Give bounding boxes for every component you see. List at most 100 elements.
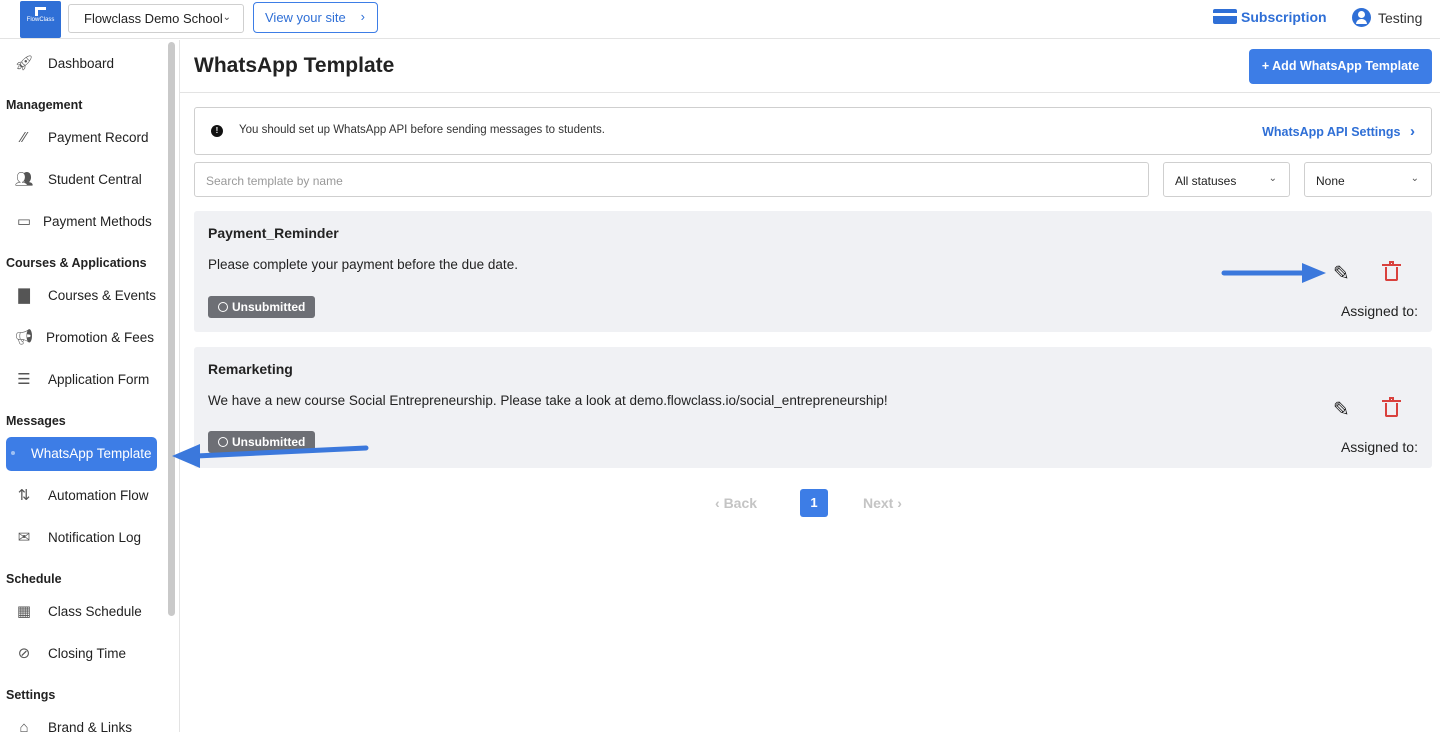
flow-icon: ⇅ (17, 487, 31, 504)
add-whatsapp-template-button[interactable]: + Add WhatsApp Template (1249, 49, 1432, 84)
school-name: Flowclass Demo School (84, 11, 223, 26)
card-icon: ▭ (16, 213, 32, 230)
sidebar-item-promotion-fees[interactable]: 📢︎ Promotion & Fees (6, 321, 157, 355)
trash-icon[interactable] (1382, 261, 1401, 281)
sidebar-item-payment-record[interactable]: ⁄⁄ Payment Record (6, 121, 157, 155)
users-icon: 👥︎ (14, 171, 34, 188)
status-badge: Unsubmitted (208, 296, 316, 318)
template-message: Please complete your payment before the … (208, 257, 518, 272)
user-menu[interactable]: Testing (1352, 8, 1422, 27)
calendar-icon: ▦ (16, 603, 32, 620)
prohibited-icon: ⊘ (17, 645, 31, 662)
top-bar: FlowClass Flowclass Demo School ⌄ View y… (0, 0, 1440, 39)
sidebar-item-student-central[interactable]: 👥︎ Student Central (6, 163, 157, 197)
notice-text: You should set up WhatsApp API before se… (239, 124, 605, 136)
sidebar-item-label: Class Schedule (48, 604, 142, 619)
sidebar-item-label: Promotion & Fees (46, 330, 155, 345)
sidebar-item-label: Notification Log (48, 530, 142, 545)
sidebar-item-label: Application Form (48, 372, 150, 387)
sidebar-item-label: Dashboard (48, 56, 115, 71)
sidebar-item-label: WhatsApp Template (31, 446, 152, 461)
status-badge: Unsubmitted (208, 431, 316, 453)
user-name: Testing (1378, 10, 1423, 26)
link-label: WhatsApp API Settings (1262, 125, 1401, 139)
info-icon: ! (211, 125, 223, 137)
sidebar-item-label: Brand & Links (48, 720, 133, 735)
sidebar-item-application-form[interactable]: ☰ Application Form (6, 363, 157, 397)
home-icon: ⌂ (19, 719, 29, 736)
checkmarks-icon: ⁄⁄ (21, 129, 27, 146)
chevron-down-icon: ⌄ (222, 12, 231, 23)
whatsapp-api-settings-link[interactable]: WhatsApp API Settings › (1262, 123, 1415, 140)
pagination-next[interactable]: Next › (863, 495, 902, 511)
trash-icon[interactable] (1382, 397, 1401, 417)
status-filter-value: All statuses (1175, 174, 1237, 188)
section-schedule: Schedule (6, 572, 62, 586)
section-courses-applications: Courses & Applications (6, 256, 147, 270)
sidebar-item-dashboard[interactable]: 🚀︎ Dashboard (6, 47, 157, 81)
sidebar-item-payment-methods[interactable]: ▭ Payment Methods (6, 205, 157, 239)
view-site-button[interactable]: View your site › (253, 2, 378, 33)
page-title: WhatsApp Template (194, 54, 395, 77)
school-selector[interactable]: Flowclass Demo School ⌄ (68, 4, 244, 33)
chevron-down-icon: ⌄ (1268, 173, 1277, 184)
logo-text: FlowClass (26, 17, 55, 23)
sidebar-item-label: Payment Methods (43, 214, 152, 229)
section-management: Management (6, 98, 83, 112)
page-header: WhatsApp Template + Add WhatsApp Templat… (180, 40, 1440, 93)
secondary-filter[interactable]: None ⌄ (1304, 162, 1432, 197)
chevron-right-icon: › (893, 495, 902, 511)
dot-icon (11, 451, 15, 455)
sidebar-item-label: Student Central (48, 172, 142, 187)
api-notice: ! You should set up WhatsApp API before … (194, 107, 1432, 155)
chevron-right-icon: › (360, 9, 365, 24)
sidebar-item-notification-log[interactable]: ✉ Notification Log (6, 521, 157, 555)
sidebar-item-courses-events[interactable]: ▇ Courses & Events (6, 279, 157, 313)
logo-mark-icon (35, 7, 46, 16)
sidebar-item-label: Payment Record (48, 130, 149, 145)
assigned-to-label: Assigned to: (1340, 303, 1418, 319)
template-card: Remarketing We have a new course Social … (194, 347, 1432, 468)
search-input[interactable]: Search template by name (194, 162, 1149, 197)
circle-icon (218, 302, 228, 312)
pagination-page-current[interactable]: 1 (800, 489, 828, 517)
template-name: Remarketing (208, 361, 293, 377)
sidebar-item-whatsapp-template[interactable]: WhatsApp Template (6, 437, 157, 471)
status-filter[interactable]: All statuses ⌄ (1163, 162, 1290, 197)
sidebar-item-closing-time[interactable]: ⊘ Closing Time (6, 637, 157, 671)
sidebar-scrollbar[interactable] (168, 42, 175, 616)
status-label: Unsubmitted (232, 300, 306, 314)
section-messages: Messages (6, 414, 66, 428)
section-settings: Settings (6, 688, 56, 702)
sidebar-item-label: Automation Flow (48, 488, 149, 503)
megaphone-icon: 📢︎ (14, 329, 34, 346)
status-label: Unsubmitted (232, 435, 306, 449)
chevron-down-icon: ⌄ (1410, 173, 1419, 184)
back-label: Back (723, 495, 758, 511)
book-icon: ▇ (18, 287, 30, 304)
sidebar-item-label: Closing Time (48, 646, 127, 661)
sidebar-item-automation-flow[interactable]: ⇅ Automation Flow (6, 479, 157, 513)
form-icon: ☰ (17, 371, 31, 388)
template-name: Payment_Reminder (208, 225, 339, 241)
rocket-icon: 🚀︎ (14, 55, 34, 72)
pagination-back[interactable]: ‹ Back (715, 495, 757, 511)
subscription-link[interactable]: Subscription (1213, 9, 1327, 25)
template-message: We have a new course Social Entrepreneur… (208, 393, 888, 408)
sidebar-item-label: Courses & Events (48, 288, 157, 303)
edit-pencil-icon[interactable]: ✎ (1333, 261, 1350, 286)
sidebar: 🚀︎ Dashboard Management ⁄⁄ Payment Recor… (0, 40, 180, 736)
template-card: Payment_Reminder Please complete your pa… (194, 211, 1432, 332)
assigned-to-label: Assigned to: (1340, 439, 1418, 455)
envelope-icon: ✉ (17, 529, 31, 546)
edit-pencil-icon[interactable]: ✎ (1333, 397, 1350, 422)
sidebar-item-class-schedule[interactable]: ▦ Class Schedule (6, 595, 157, 629)
secondary-filter-value: None (1316, 174, 1345, 188)
user-avatar-icon (1352, 8, 1371, 27)
chevron-left-icon: ‹ (715, 495, 724, 511)
sidebar-item-brand-links[interactable]: ⌂ Brand & Links (6, 711, 157, 745)
circle-icon (218, 437, 228, 447)
view-site-label: View your site (265, 10, 346, 25)
subscription-label: Subscription (1241, 9, 1327, 25)
flowclass-logo[interactable]: FlowClass (20, 1, 61, 38)
